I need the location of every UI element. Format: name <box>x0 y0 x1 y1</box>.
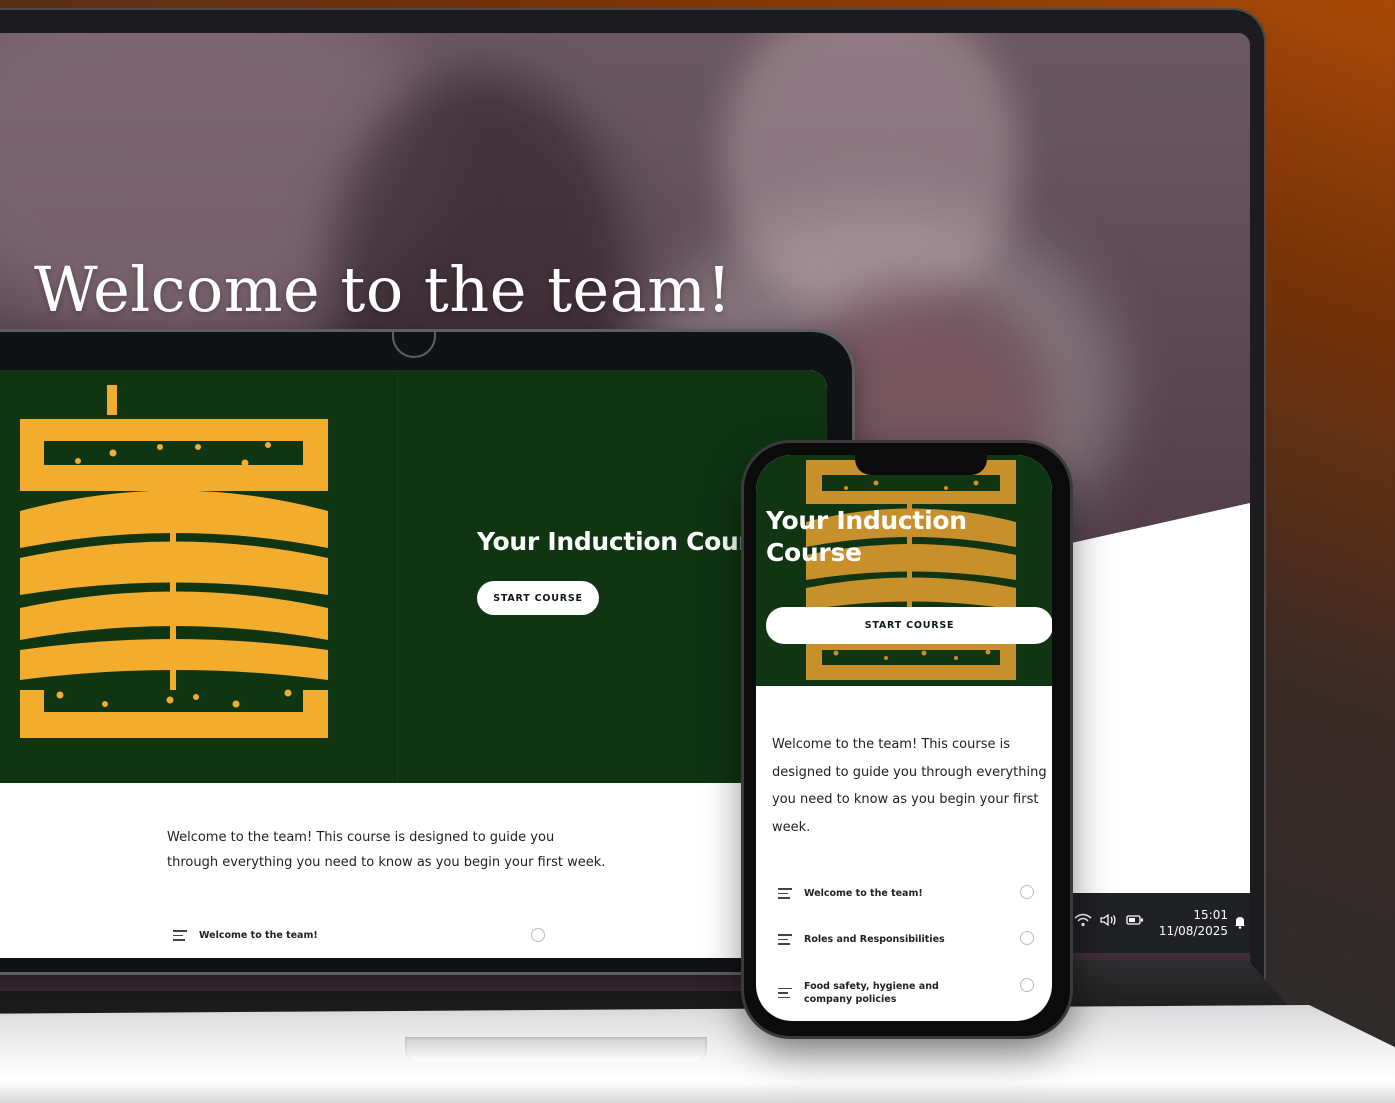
phone-course-logo-icon <box>806 460 1016 680</box>
notification-icon[interactable] <box>1234 915 1246 933</box>
phone-lesson-item[interactable]: Roles and Responsibilities <box>778 933 998 946</box>
system-taskbar: 15:01 11/08/2025 <box>1060 893 1250 953</box>
lesson-label: Welcome to the team! <box>804 888 923 899</box>
lesson-lines-icon <box>778 987 792 999</box>
clock[interactable]: 15:01 11/08/2025 <box>1159 907 1228 939</box>
lesson-label: Welcome to the team! <box>199 930 318 941</box>
course-hero: Your Induction Course START COURSE <box>0 370 827 783</box>
laptop-base-notch <box>405 1037 707 1063</box>
phone-frame: Your Induction Course START COURSE Welco… <box>744 443 1070 1036</box>
phone-notch <box>855 455 987 475</box>
phone-lesson-item[interactable]: Welcome to the team! <box>778 887 998 900</box>
hero-title: Welcome to the team! <box>34 253 732 326</box>
course-title: Your Induction Course <box>477 527 782 556</box>
course-description: Welcome to the team! This course is desi… <box>167 830 606 870</box>
wifi-icon[interactable] <box>1074 913 1092 931</box>
lesson-item[interactable]: Welcome to the team! <box>173 929 318 942</box>
phone-course-hero: Your Induction Course START COURSE <box>756 455 1052 686</box>
start-course-button[interactable]: START COURSE <box>477 581 599 615</box>
lesson-label: Food safety, hygiene and company policie… <box>804 981 939 1005</box>
lesson-label: Roles and Responsibilities <box>804 934 945 945</box>
lesson-lines-icon <box>778 934 792 945</box>
lesson-lines-icon <box>778 888 792 899</box>
phone-lesson-item[interactable]: Food safety, hygiene and company policie… <box>778 980 988 1006</box>
clock-date: 11/08/2025 <box>1158 924 1228 938</box>
phone-start-course-button[interactable]: START COURSE <box>766 607 1052 644</box>
phone-course-title: Your Induction Course <box>766 506 967 567</box>
hero-divider <box>397 370 398 783</box>
lesson-status-circle <box>1020 931 1034 945</box>
course-logo-icon <box>20 385 328 738</box>
tablet-camera-notch <box>392 332 436 358</box>
clock-time: 15:01 <box>1193 908 1228 922</box>
lesson-status-circle <box>1020 885 1034 899</box>
tablet-frame: Your Induction Course START COURSE Welco… <box>0 332 852 972</box>
phone-course-description: Welcome to the team! This course is desi… <box>772 737 1047 835</box>
battery-icon[interactable] <box>1126 913 1144 931</box>
lesson-status-circle <box>1020 978 1034 992</box>
lesson-status-circle <box>531 928 545 942</box>
phone-screen: Your Induction Course START COURSE Welco… <box>756 455 1052 1021</box>
lesson-lines-icon <box>173 930 187 941</box>
volume-icon[interactable] <box>1100 913 1118 931</box>
tablet-screen: Your Induction Course START COURSE Welco… <box>0 370 827 958</box>
